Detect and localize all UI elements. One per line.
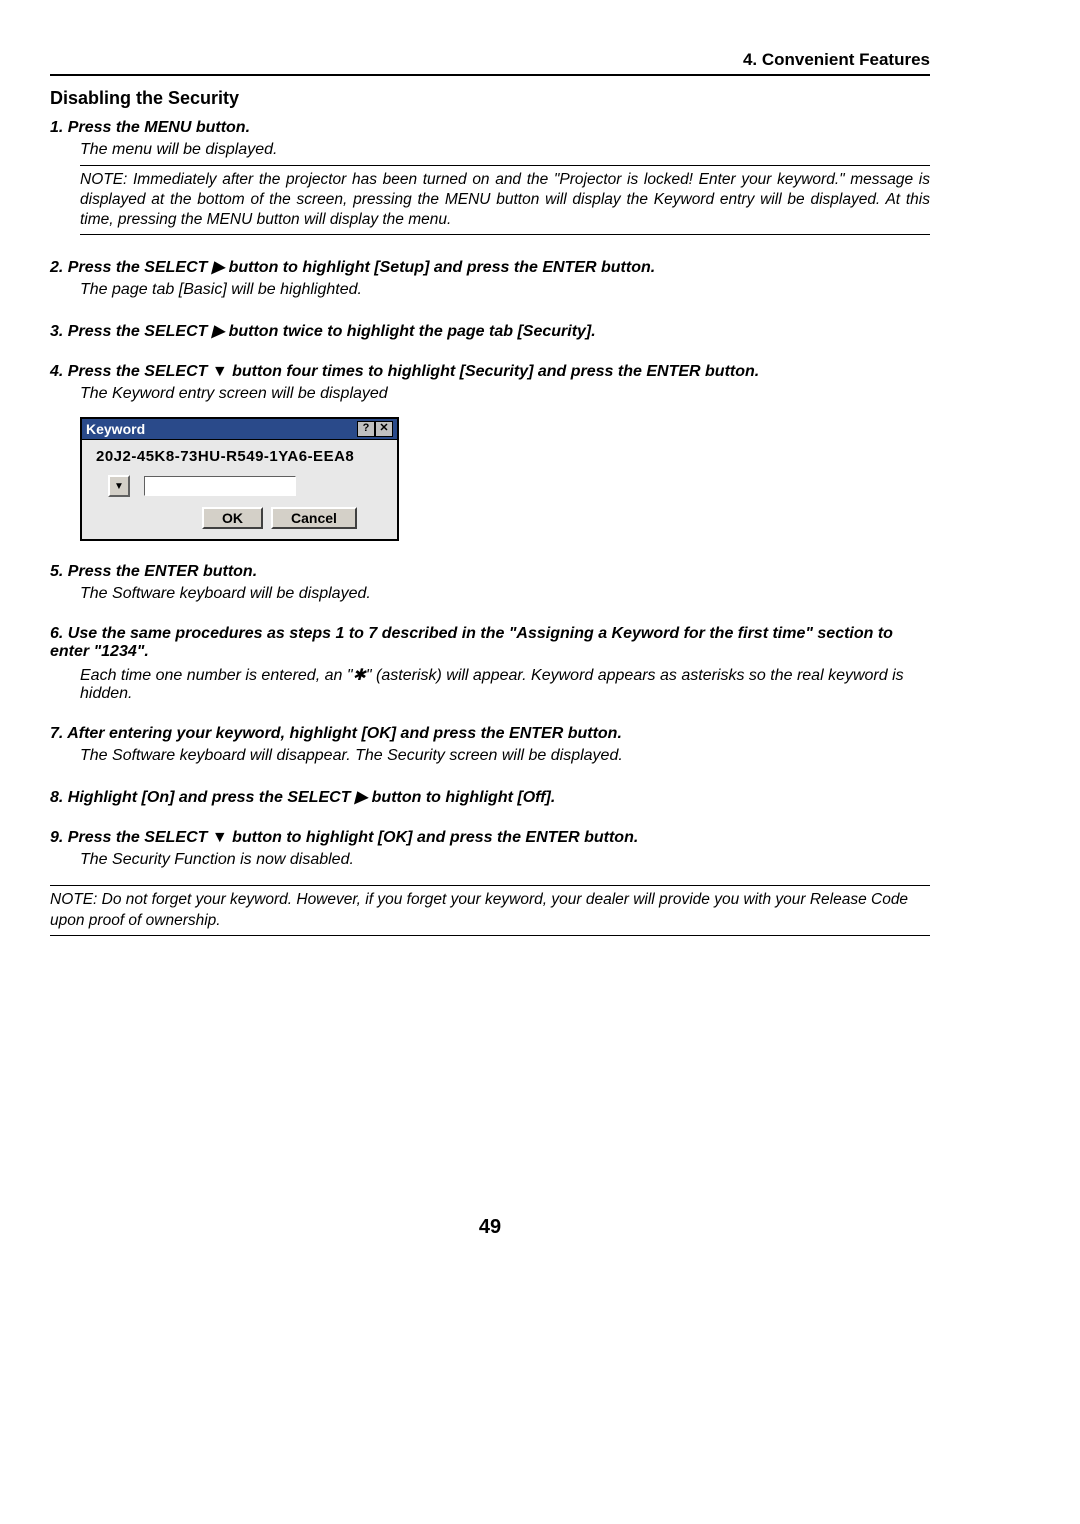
dialog-titlebar: Keyword ? ✕ xyxy=(82,419,397,440)
step-1-note: NOTE: Immediately after the projector ha… xyxy=(80,165,930,235)
step-4-title: 4. Press the SELECT ▼ button four times … xyxy=(50,363,930,381)
chapter-title: 4. Convenient Features xyxy=(743,50,930,69)
keyword-input[interactable] xyxy=(144,476,296,496)
serial-code: 20J2-45K8-73HU-R549-1YA6-EEA8 xyxy=(96,448,389,465)
cancel-button[interactable]: Cancel xyxy=(271,507,357,529)
step-3-title: 3. Press the SELECT ▶ button twice to hi… xyxy=(50,321,930,341)
keyword-dialog: Keyword ? ✕ 20J2-45K8-73HU-R549-1YA6-EEA… xyxy=(80,417,399,541)
chevron-down-icon: ▼ xyxy=(114,481,124,492)
header-bar: 4. Convenient Features xyxy=(50,50,930,76)
step-7-title: 7. After entering your keyword, highligh… xyxy=(50,725,930,743)
step-8-title: 8. Highlight [On] and press the SELECT ▶… xyxy=(50,787,930,807)
dialog-button-row: OK Cancel xyxy=(170,507,389,529)
dialog-title: Keyword xyxy=(86,421,145,437)
dialog-body: 20J2-45K8-73HU-R549-1YA6-EEA8 ▼ OK Cance… xyxy=(82,440,397,539)
ok-button[interactable]: OK xyxy=(202,507,263,529)
step-1-title: 1. Press the MENU button. xyxy=(50,119,930,137)
step-4-desc: The Keyword entry screen will be display… xyxy=(80,385,930,403)
page-number: 49 xyxy=(50,1216,930,1239)
step-2-title: 2. Press the SELECT ▶ button to highligh… xyxy=(50,257,930,277)
dropdown-button[interactable]: ▼ xyxy=(108,475,130,497)
step-7-desc: The Software keyboard will disappear. Th… xyxy=(80,747,930,765)
step-9-title: 9. Press the SELECT ▼ button to highligh… xyxy=(50,829,930,847)
help-icon[interactable]: ? xyxy=(357,421,375,437)
close-icon[interactable]: ✕ xyxy=(375,421,393,437)
step-6-title: 6. Use the same procedures as steps 1 to… xyxy=(50,625,930,661)
step-5-desc: The Software keyboard will be displayed. xyxy=(80,585,930,603)
dialog-window-icons: ? ✕ xyxy=(357,421,393,437)
section-title: Disabling the Security xyxy=(50,88,930,109)
step-2-desc: The page tab [Basic] will be highlighted… xyxy=(80,281,930,299)
step-5-title: 5. Press the ENTER button. xyxy=(50,563,930,581)
step-1-desc: The menu will be displayed. xyxy=(80,141,930,159)
input-row: ▼ xyxy=(108,475,389,497)
step-6-desc: Each time one number is entered, an "✱" … xyxy=(80,665,930,703)
final-note: NOTE: Do not forget your keyword. Howeve… xyxy=(50,885,930,935)
step-9-desc: The Security Function is now disabled. xyxy=(80,851,930,869)
